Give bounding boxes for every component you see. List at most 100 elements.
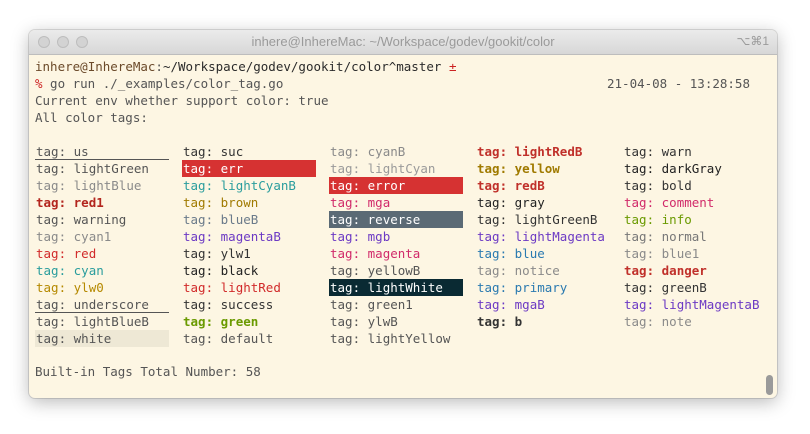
tag-prefix: tag: bbox=[183, 195, 221, 210]
tag-item: tag: darkGray bbox=[623, 160, 722, 177]
tag-prefix: tag: bbox=[477, 314, 515, 329]
tag-item: tag: white bbox=[35, 330, 169, 347]
tag-prefix: tag: bbox=[477, 263, 515, 278]
tag-item: tag: brown bbox=[182, 194, 258, 211]
tag-prefix: tag: bbox=[477, 144, 515, 159]
tag-item: tag: ylw0 bbox=[35, 279, 104, 296]
tag-prefix: tag: bbox=[477, 229, 515, 244]
tag-prefix: tag: bbox=[183, 212, 221, 227]
tag-item: tag: yellow bbox=[476, 160, 560, 177]
scrollbar-thumb[interactable] bbox=[766, 375, 773, 395]
tag-name: white bbox=[73, 331, 112, 346]
tag-prefix: tag: bbox=[477, 195, 515, 210]
tag-item: tag: yellowB bbox=[329, 262, 420, 279]
tag-item: tag: danger bbox=[623, 262, 707, 279]
tag-name: redB bbox=[514, 178, 545, 193]
tag-prefix: tag: bbox=[330, 297, 368, 312]
tag-item: tag: black bbox=[182, 262, 258, 279]
tag-item: tag: comment bbox=[623, 194, 714, 211]
tag-name: lightMagenta bbox=[514, 229, 605, 244]
tag-prefix: tag: bbox=[330, 246, 368, 261]
tag-item: tag: blueB bbox=[182, 211, 258, 228]
tag-item: tag: info bbox=[623, 211, 692, 228]
tag-name: blue1 bbox=[661, 246, 700, 261]
tag-prefix: tag: bbox=[624, 161, 662, 176]
tag-prefix: tag: bbox=[36, 246, 74, 261]
tag-name: cyanB bbox=[367, 144, 406, 159]
tag-prefix: tag: bbox=[36, 314, 74, 329]
tag-item: tag: b bbox=[476, 313, 522, 330]
tag-item: tag: cyanB bbox=[329, 143, 405, 160]
tag-item: tag: normal bbox=[623, 228, 707, 245]
prompt-path: ~/Workspace/godev/gookit/color bbox=[162, 59, 389, 74]
title-bar: inhere@InhereMac: ~/Workspace/godev/gook… bbox=[29, 30, 777, 55]
tag-name: lightRed bbox=[220, 280, 281, 295]
tag-name: underscore bbox=[73, 297, 149, 312]
tag-item: tag: redB bbox=[476, 177, 545, 194]
tag-item: tag: red1 bbox=[35, 194, 104, 211]
tag-name: yellowB bbox=[367, 263, 421, 278]
tag-name: cyan1 bbox=[73, 229, 112, 244]
tag-name: us bbox=[73, 144, 89, 159]
env-support-line: Current env whether support color: true bbox=[35, 93, 329, 108]
tag-item: tag: lightGreen bbox=[35, 160, 149, 177]
terminal-window: inhere@InhereMac: ~/Workspace/godev/gook… bbox=[29, 30, 777, 398]
tag-item: tag: lightCyan bbox=[329, 160, 435, 177]
command-line: % go run ./_examples/color_tag.go bbox=[35, 75, 283, 92]
tag-prefix: tag: bbox=[183, 178, 221, 193]
tag-name: note bbox=[661, 314, 692, 329]
tag-prefix: tag: bbox=[477, 178, 515, 193]
tag-name: reverse bbox=[367, 212, 421, 227]
prompt-line: inhere@InhereMac:~/Workspace/godev/gooki… bbox=[35, 58, 456, 75]
tag-name: magentaB bbox=[220, 229, 281, 244]
prompt-host: InhereMac bbox=[87, 59, 156, 74]
tag-name: bold bbox=[661, 178, 692, 193]
tag-item: tag: note bbox=[623, 313, 692, 330]
tag-prefix: tag: bbox=[477, 297, 515, 312]
tag-prefix: tag: bbox=[36, 263, 74, 278]
tag-name: primary bbox=[514, 280, 568, 295]
tag-prefix: tag: bbox=[624, 263, 662, 278]
tag-item: tag: magenta bbox=[329, 245, 420, 262]
tag-item: tag: primary bbox=[476, 279, 567, 296]
tag-name: default bbox=[220, 331, 274, 346]
tag-prefix: tag: bbox=[624, 212, 662, 227]
tag-name: notice bbox=[514, 263, 560, 278]
tag-item: tag: suc bbox=[182, 143, 243, 160]
tag-item: tag: green bbox=[182, 313, 258, 330]
tag-prefix: tag: bbox=[36, 229, 74, 244]
tag-name: lightBlueB bbox=[73, 314, 149, 329]
tag-name: error bbox=[367, 178, 406, 193]
tag-prefix: tag: bbox=[477, 280, 515, 295]
tag-item: tag: mgb bbox=[329, 228, 390, 245]
tag-name: normal bbox=[661, 229, 707, 244]
tag-prefix: tag: bbox=[330, 331, 368, 346]
tag-name: b bbox=[514, 314, 523, 329]
tag-item: tag: ylwB bbox=[329, 313, 398, 330]
tag-prefix: tag: bbox=[36, 178, 74, 193]
tag-item: tag: error bbox=[329, 177, 463, 194]
tag-name: magenta bbox=[367, 246, 421, 261]
tag-prefix: tag: bbox=[477, 246, 515, 261]
tag-prefix: tag: bbox=[183, 297, 221, 312]
tag-item: tag: success bbox=[182, 296, 273, 313]
tag-prefix: tag: bbox=[36, 297, 74, 312]
tag-name: comment bbox=[661, 195, 715, 210]
tag-name: danger bbox=[661, 263, 707, 278]
tag-name: green bbox=[220, 314, 259, 329]
tag-prefix: tag: bbox=[624, 229, 662, 244]
tag-item: tag: lightGreenB bbox=[476, 211, 597, 228]
all-tags-line: All color tags: bbox=[35, 110, 148, 125]
tag-name: mgaB bbox=[514, 297, 545, 312]
tag-name: yellow bbox=[514, 161, 560, 176]
tag-item: tag: mgaB bbox=[476, 296, 545, 313]
tag-name: info bbox=[661, 212, 692, 227]
tag-prefix: tag: bbox=[183, 161, 221, 176]
tag-item: tag: greenB bbox=[623, 279, 707, 296]
tag-prefix: tag: bbox=[330, 263, 368, 278]
tag-item: tag: reverse bbox=[329, 211, 463, 228]
tag-prefix: tag: bbox=[624, 246, 662, 261]
tag-item: tag: blue1 bbox=[623, 245, 699, 262]
prompt-dirty: ± bbox=[441, 59, 457, 74]
tag-name: green1 bbox=[367, 297, 413, 312]
